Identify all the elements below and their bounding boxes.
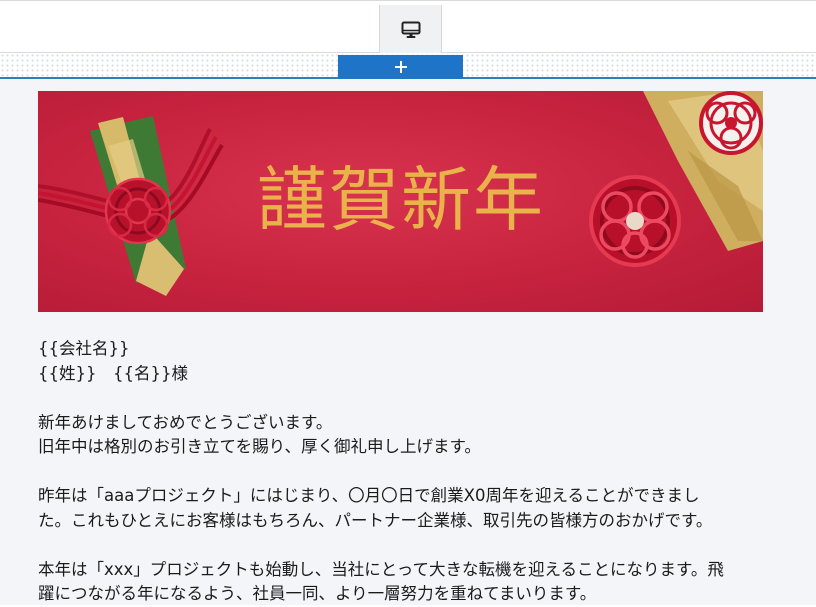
- last-year-line-1: 昨年は「aaaプロジェクト」にはじまり、〇月〇日で創業X0周年を迎えることができ…: [38, 486, 700, 505]
- add-section-button[interactable]: [338, 55, 463, 79]
- plum-knot-top: [699, 91, 763, 155]
- this-year-line-2: 躍につながる年になるよう、社員一同、より一層努力を重ねてまいります。: [38, 584, 597, 603]
- new-year-banner[interactable]: 謹賀新年: [38, 91, 763, 312]
- recipient-name-placeholder: {{姓}} {{名}}様: [38, 363, 188, 383]
- banner-title: 謹賀新年: [257, 159, 545, 241]
- desktop-preview-button[interactable]: [379, 5, 442, 54]
- greeting-line: 新年あけましておめでとうございます。: [38, 412, 333, 432]
- last-year-line-2: た。これもひとえにお客様はもちろん、パートナー企業様、取引先の皆様方のおかげです…: [38, 510, 713, 530]
- plum-knot-main: [589, 175, 681, 267]
- thanks-line: 旧年中は格別のお引き立てを賜り、厚く御礼申し上げます。: [38, 437, 481, 456]
- this-year-line-1: 本年は「xxx」プロジェクトも始動し、当社にとって大きな転機を迎えることになりま…: [38, 559, 724, 579]
- email-canvas: 謹賀新年 {{会社名}} {{姓}} {{名}}様 新年あけましておめでとうござ…: [0, 79, 816, 605]
- letter-body[interactable]: {{会社名}} {{姓}} {{名}}様 新年あけましておめでとうございます。 …: [38, 337, 778, 607]
- noshi-ornament: [38, 116, 224, 296]
- plus-icon: [394, 61, 407, 73]
- desktop-monitor-icon: [401, 21, 420, 38]
- company-placeholder: {{会社名}}: [38, 339, 130, 358]
- editor-toolbar: [0, 0, 816, 54]
